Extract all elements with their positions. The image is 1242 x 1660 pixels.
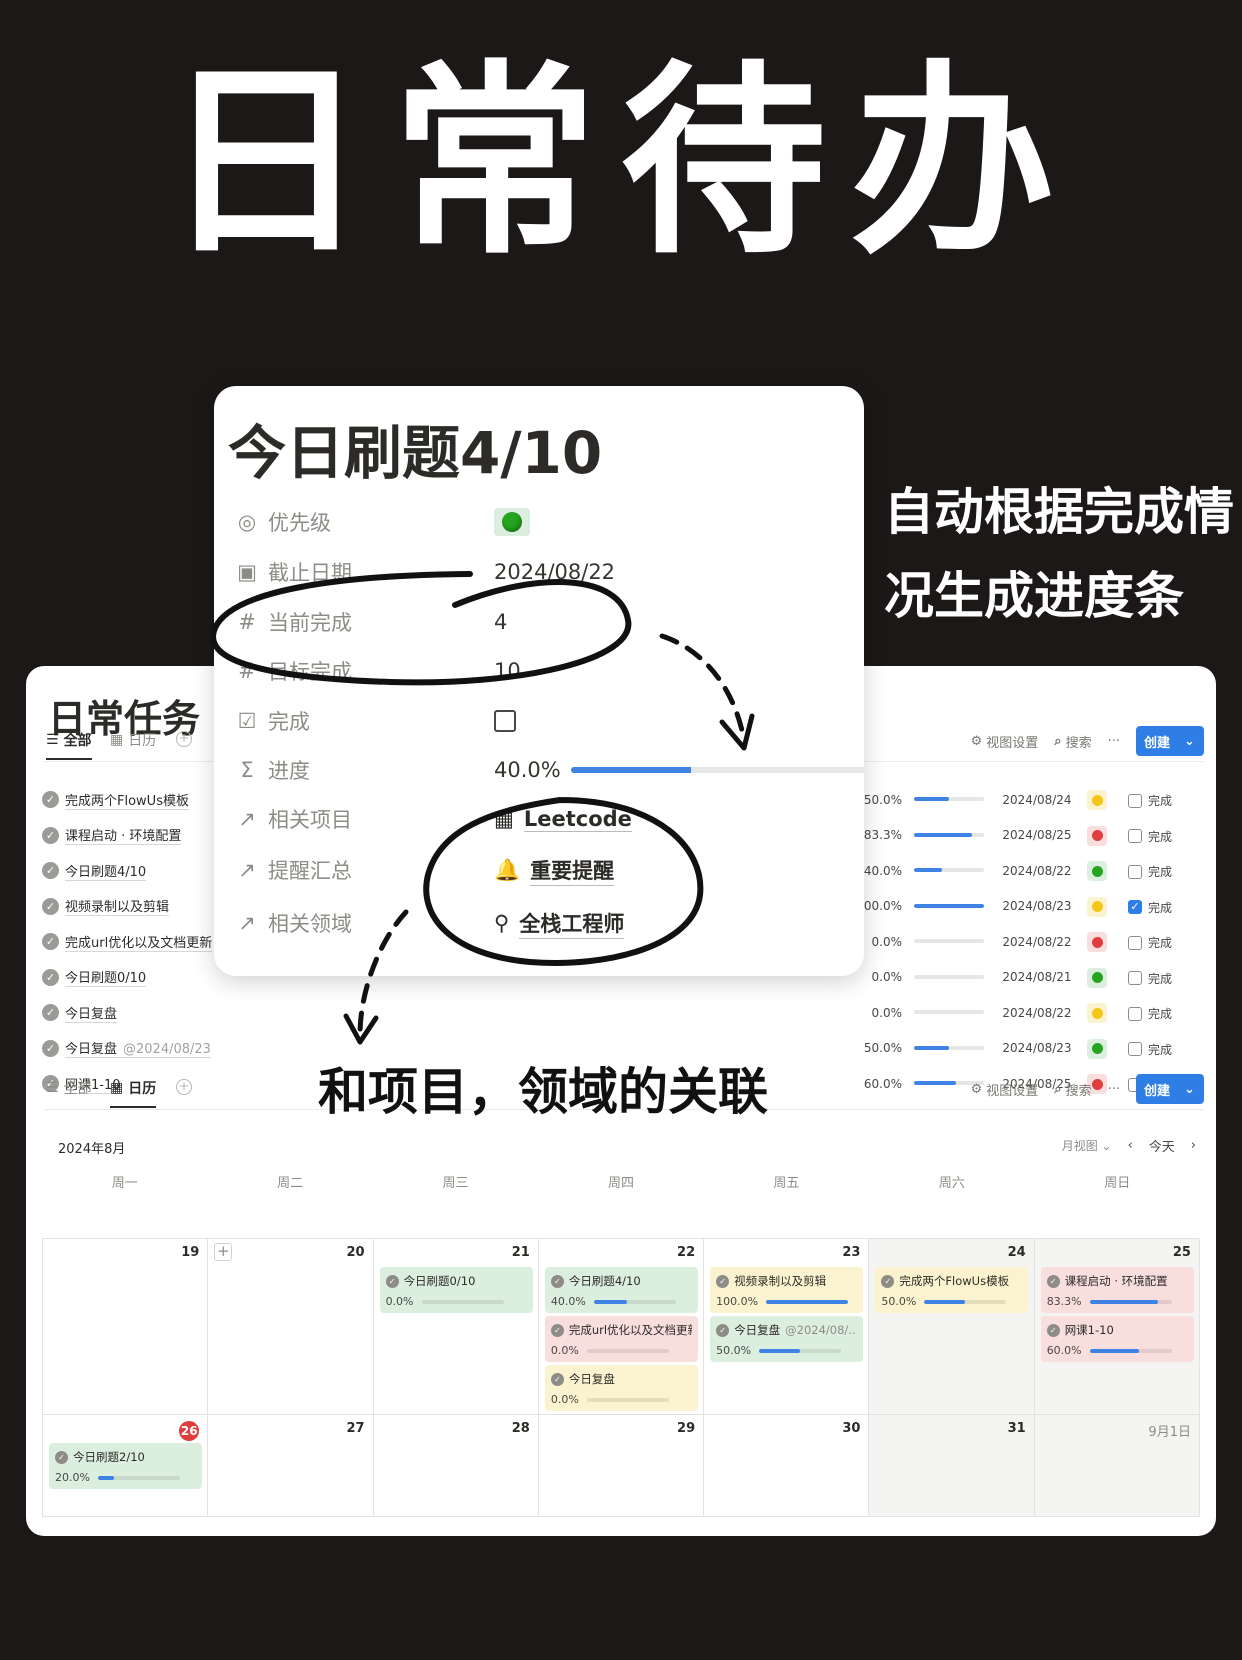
highlight-ellipse [423,797,704,966]
dashed-arrow [357,909,409,1038]
annotation-layer [210,571,755,1045]
dashed-arrow [659,633,747,743]
highlight-ellipse [210,571,632,686]
